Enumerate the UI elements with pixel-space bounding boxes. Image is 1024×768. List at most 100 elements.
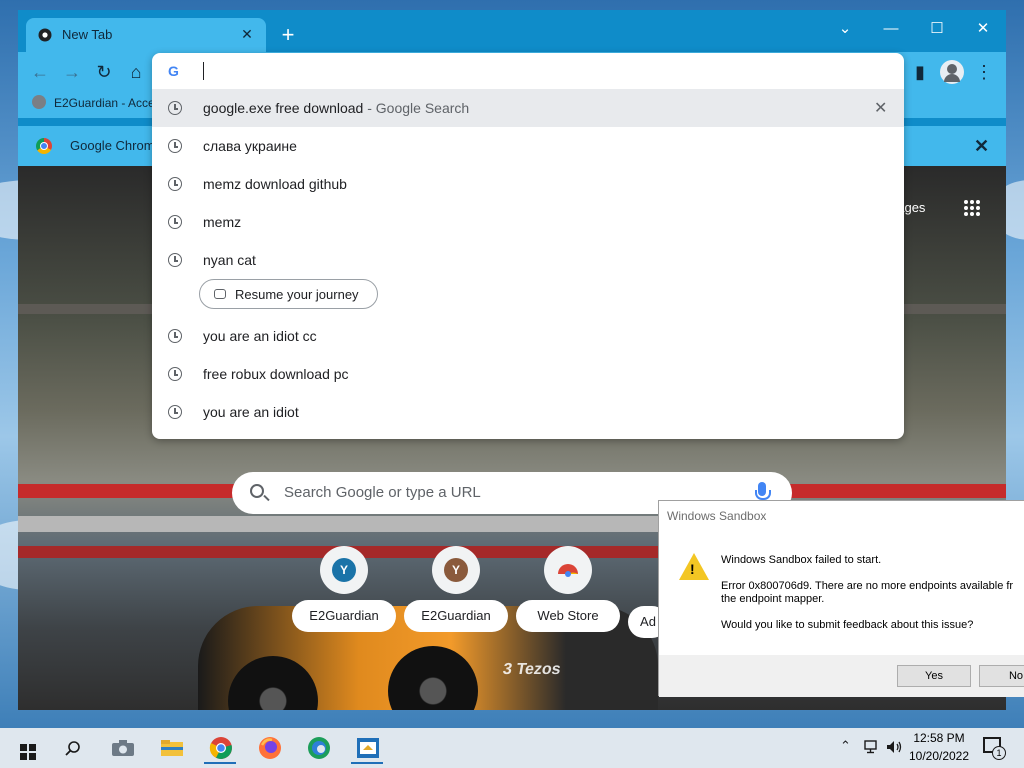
taskbar-edge[interactable] — [298, 732, 338, 764]
infobar-close-button[interactable]: ✕ — [974, 136, 989, 157]
history-clock-icon — [168, 329, 182, 343]
firefox-icon — [259, 737, 281, 759]
search-button[interactable] — [52, 732, 92, 764]
search-icon — [250, 484, 264, 498]
address-bar-input[interactable]: G — [152, 53, 904, 89]
suggestion-item[interactable]: you are an idiot cc — [152, 317, 904, 355]
taskbar: ⌃ 12:58 PM 10/20/2022 1 — [0, 728, 1024, 768]
suggestion-text: you are an idiot — [203, 404, 299, 420]
shortcut-tile[interactable]: Y E2Guardian — [292, 546, 396, 632]
suggestion-suffix: - Google Search — [363, 100, 470, 116]
suggestion-text: nyan cat — [203, 252, 256, 268]
chrome-favicon-icon — [38, 28, 52, 42]
forward-icon[interactable]: → — [59, 59, 85, 85]
clock-time[interactable]: 12:58 PM — [906, 731, 972, 745]
suggestion-item[interactable]: you are an idiot — [152, 393, 904, 431]
no-button[interactable]: No — [979, 665, 1024, 687]
history-clock-icon — [168, 177, 182, 191]
google-apps-icon[interactable] — [964, 200, 980, 216]
suggestion-item[interactable]: слава украине — [152, 127, 904, 165]
edge-icon — [308, 737, 330, 759]
taskbar-camera[interactable] — [102, 732, 142, 764]
sidebar-icon[interactable]: ▮ — [907, 59, 933, 85]
yes-button[interactable]: Yes — [897, 665, 971, 687]
volume-icon[interactable] — [886, 740, 904, 754]
suggestion-item[interactable]: memz — [152, 203, 904, 241]
omnibox-dropdown: G google.exe free download - Google Sear… — [152, 53, 904, 439]
shortcut-icon-circle: Y — [320, 546, 368, 594]
remove-suggestion-button[interactable]: ✕ — [874, 98, 887, 118]
dialog-error-detail: Error 0x800706d9. There are no more endp… — [721, 580, 1014, 605]
clock-date[interactable]: 10/20/2022 — [906, 749, 972, 763]
bookmark-e2guardian[interactable]: E2Guardian - Acce — [32, 95, 155, 110]
google-g-icon: G — [168, 63, 179, 79]
shortcut-letter-icon: Y — [444, 558, 468, 582]
history-clock-icon — [168, 139, 182, 153]
reload-icon[interactable]: ↻ — [91, 59, 117, 85]
suggestion-text: you are an idiot cc — [203, 328, 317, 344]
globe-icon — [32, 95, 46, 109]
shortcut-tile[interactable]: Y E2Guardian — [404, 546, 508, 632]
taskbar-sandbox[interactable] — [347, 732, 387, 764]
home-icon[interactable]: ⌂ — [123, 59, 149, 85]
infobar-text: Google Chrom — [70, 138, 155, 153]
suggestion-text: memz download github — [203, 176, 347, 192]
more-icon[interactable]: ⋮ — [971, 59, 997, 85]
tab-new-tab[interactable]: New Tab ✕ — [26, 18, 266, 52]
new-tab-button[interactable]: + — [276, 24, 300, 48]
dialog-title: Windows Sandbox — [667, 509, 767, 523]
network-icon[interactable] — [864, 740, 880, 754]
web-store-icon — [558, 564, 578, 577]
tab-title: New Tab — [62, 27, 113, 42]
shortcut-tile[interactable]: Web Store — [516, 546, 620, 632]
taskbar-firefox[interactable] — [249, 732, 289, 764]
chrome-logo-icon — [36, 138, 52, 154]
shortcut-icon-circle: Y — [432, 546, 480, 594]
suggestion-item[interactable]: nyan cat — [152, 241, 904, 279]
bookmark-label: E2Guardian - Acce — [54, 96, 155, 110]
journey-icon — [214, 289, 226, 299]
suggestion-text: free robux download pc — [203, 366, 349, 382]
close-window-button[interactable]: ✕ — [960, 14, 1006, 44]
history-clock-icon — [168, 367, 182, 381]
chrome-icon — [209, 737, 232, 759]
suggestion-text: google.exe free download — [203, 100, 364, 116]
text-caret — [203, 62, 204, 80]
search-placeholder: Search Google or type a URL — [284, 484, 481, 501]
suggestion-item[interactable]: free robux download pc — [152, 355, 904, 393]
chevron-up-icon[interactable]: ⌃ — [840, 738, 851, 754]
suggestion-text: memz — [203, 214, 242, 230]
file-explorer-icon — [161, 740, 183, 756]
profile-icon[interactable] — [940, 60, 964, 84]
camera-icon — [112, 740, 134, 756]
search-icon — [65, 741, 80, 756]
resume-journey-button[interactable]: Resume your journey — [199, 279, 378, 309]
tab-close-button[interactable]: ✕ — [238, 25, 256, 43]
history-clock-icon — [168, 215, 182, 229]
windows-logo-icon — [20, 744, 36, 760]
back-icon[interactable]: ← — [27, 59, 53, 85]
shortcut-label: E2Guardian — [404, 600, 508, 632]
taskbar-chrome[interactable] — [200, 732, 240, 764]
minimize-button[interactable]: — — [868, 14, 914, 44]
shortcut-label: E2Guardian — [292, 600, 396, 632]
start-button[interactable] — [4, 732, 44, 764]
suggestion-item[interactable]: google.exe free download - Google Search… — [152, 89, 904, 127]
taskbar-file-explorer[interactable] — [151, 732, 191, 764]
notification-count-badge: 1 — [992, 746, 1006, 760]
tab-strip: New Tab ✕ + ⌄ — ☐ ✕ — [18, 10, 1006, 52]
car-sponsor-label: 3 Tezos — [501, 661, 563, 678]
dialog-message: Windows Sandbox failed to start. — [721, 554, 882, 566]
shortcut-icon-circle — [544, 546, 592, 594]
history-clock-icon — [168, 253, 182, 267]
dialog-footer: Yes No — [659, 655, 1024, 697]
history-clock-icon — [168, 101, 182, 115]
suggestion-item[interactable]: memz download github — [152, 165, 904, 203]
sandbox-icon — [357, 738, 379, 758]
microphone-icon[interactable] — [755, 482, 771, 500]
maximize-button[interactable]: ☐ — [914, 14, 960, 44]
tab-search-button[interactable]: ⌄ — [822, 14, 868, 44]
dialog-question: Would you like to submit feedback about … — [721, 619, 974, 631]
sandbox-error-dialog: Windows Sandbox ! Windows Sandbox failed… — [658, 500, 1024, 697]
shortcut-letter-icon: Y — [332, 558, 356, 582]
